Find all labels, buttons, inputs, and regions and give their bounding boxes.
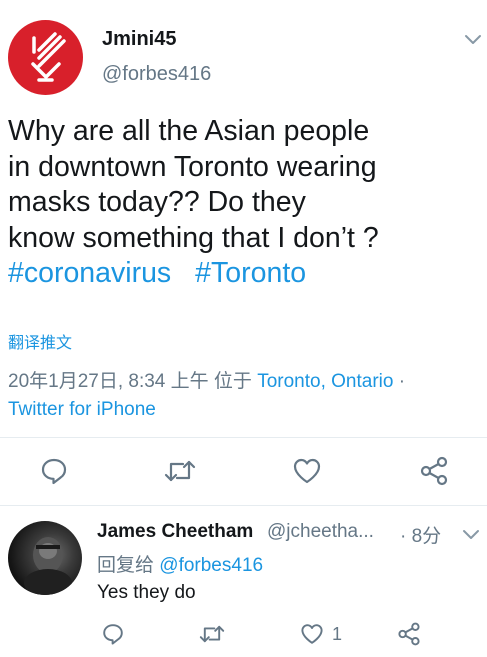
tweet-text: Why are all the Asian people in downtown… bbox=[8, 114, 478, 292]
reply-text: Yes they do bbox=[97, 582, 196, 603]
share-icon[interactable] bbox=[397, 622, 421, 646]
hashtag-link[interactable]: #coronavirus bbox=[8, 257, 171, 289]
like-count: 1 bbox=[332, 624, 343, 644]
retweet-icon[interactable] bbox=[163, 456, 197, 486]
tweet-text-line: in downtown Toronto wearing bbox=[8, 150, 377, 183]
reply-author-avatar[interactable] bbox=[8, 521, 82, 595]
tweet-text-line: masks today?? Do they bbox=[8, 186, 306, 218]
divider bbox=[0, 437, 487, 438]
source-link[interactable]: Twitter for iPhone bbox=[8, 399, 156, 420]
separator-dot: · bbox=[393, 371, 406, 392]
tweet-text-line: know something that I don’t ? bbox=[8, 221, 379, 254]
location-link[interactable]: Toronto, Ontario bbox=[257, 371, 393, 392]
replying-to-handle[interactable]: @forbes416 bbox=[159, 555, 263, 576]
retweet-icon[interactable] bbox=[198, 622, 226, 646]
reply-icon[interactable] bbox=[101, 622, 125, 646]
translate-tweet-link[interactable]: 翻译推文 bbox=[8, 329, 72, 353]
portrait-image bbox=[24, 537, 72, 595]
author-avatar[interactable] bbox=[8, 20, 83, 95]
heart-icon[interactable] bbox=[300, 622, 324, 646]
reply-author-handle[interactable]: @jcheetha... bbox=[267, 521, 374, 543]
tweet-timestamp: 20年1月27日, 8:34 上午 位于 bbox=[8, 371, 258, 392]
hashtag-link[interactable]: #Toronto bbox=[195, 257, 306, 289]
author-name[interactable]: Jmini45 bbox=[102, 28, 176, 51]
author-handle[interactable]: @forbes416 bbox=[102, 63, 211, 86]
divider bbox=[0, 505, 487, 506]
reply-icon[interactable] bbox=[39, 456, 69, 486]
replying-to-label: 回复给 bbox=[97, 555, 160, 576]
heart-icon[interactable] bbox=[292, 456, 322, 486]
chevron-down-icon[interactable] bbox=[462, 28, 484, 50]
share-icon[interactable] bbox=[419, 456, 449, 486]
tweet-metadata: 20年1月27日, 8:34 上午 位于 Toronto, Ontario · … bbox=[8, 368, 478, 424]
reply-author-name[interactable]: James Cheetham bbox=[97, 521, 253, 543]
reply-timestamp: · 8分 bbox=[400, 526, 442, 547]
replying-to: 回复给 @forbes416 bbox=[97, 550, 263, 577]
tweet-text-line: Why are all the Asian people bbox=[8, 115, 370, 147]
jmini-logo-icon bbox=[31, 32, 66, 82]
chevron-down-icon[interactable] bbox=[460, 523, 482, 545]
